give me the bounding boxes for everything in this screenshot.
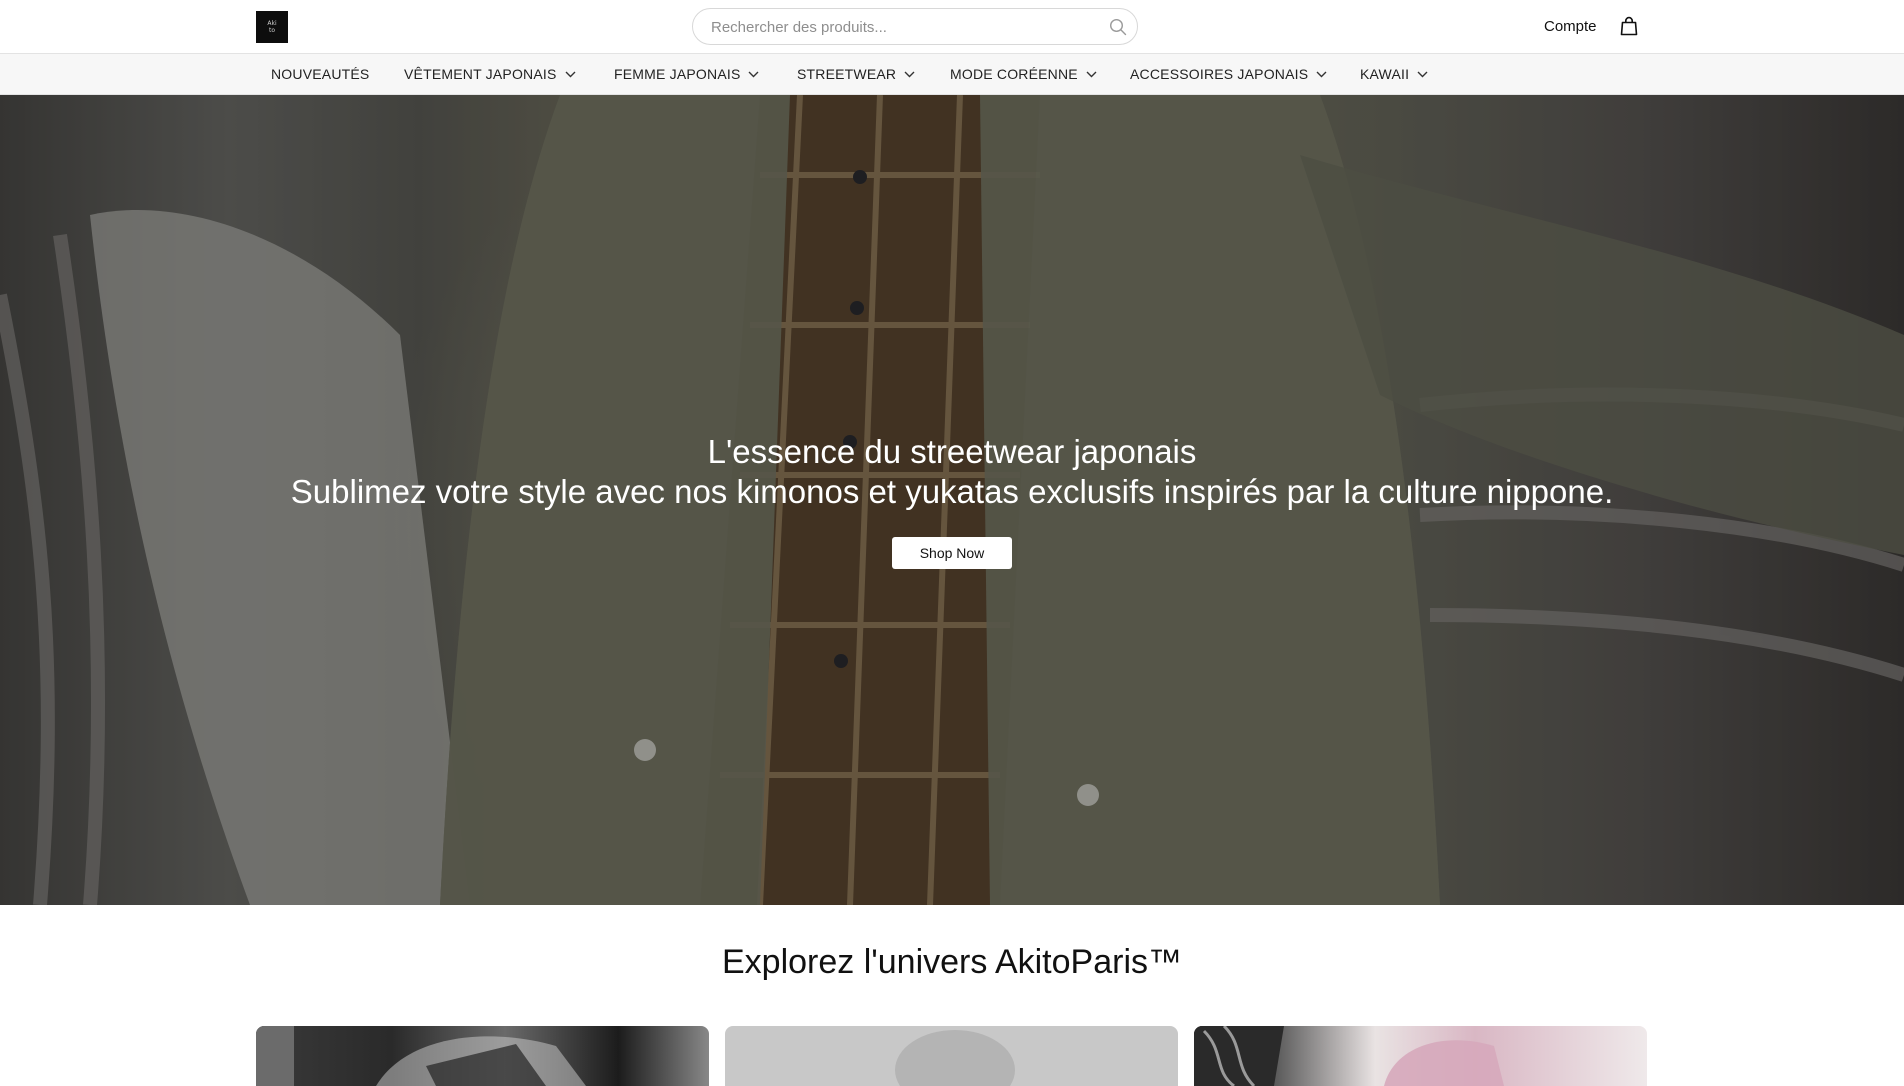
collection-card-image: [1194, 1026, 1504, 1086]
collection-card-image: [256, 1026, 586, 1086]
site-header: Aki to Compte: [0, 0, 1904, 54]
shop-now-button[interactable]: Shop Now: [892, 537, 1012, 569]
collection-card-2[interactable]: [725, 1026, 1178, 1086]
nav-item-accessoires-japonais[interactable]: ACCESSOIRES JAPONAIS: [1130, 54, 1327, 94]
search-input[interactable]: [709, 9, 1093, 46]
collection-card-1[interactable]: [256, 1026, 709, 1086]
explore-section-title: Explorez l'univers AkitoParis™: [722, 943, 1182, 981]
hero-banner: L'essence du streetwear japonais Sublime…: [0, 95, 1904, 905]
main-nav: NOUVEAUTÉS VÊTEMENT JAPONAIS FEMME JAPON…: [0, 54, 1904, 95]
nav-label: ACCESSOIRES JAPONAIS: [1130, 66, 1309, 82]
brand-logo-icon[interactable]: Aki to: [256, 11, 288, 43]
nav-label: NOUVEAUTÉS: [271, 66, 370, 82]
chevron-down-icon: [1417, 71, 1428, 77]
nav-item-vetement-japonais[interactable]: VÊTEMENT JAPONAIS: [404, 54, 576, 94]
search-icon[interactable]: [1109, 18, 1127, 36]
collection-card-3[interactable]: [1194, 1026, 1647, 1086]
logo-line-2: to: [268, 27, 276, 34]
nav-label: MODE CORÉENNE: [950, 66, 1078, 82]
nav-label: STREETWEAR: [797, 66, 897, 82]
chevron-down-icon: [565, 71, 576, 77]
chevron-down-icon: [904, 71, 915, 77]
nav-item-femme-japonais[interactable]: FEMME JAPONAIS: [614, 54, 759, 94]
nav-label: FEMME JAPONAIS: [614, 66, 741, 82]
shopping-bag-icon[interactable]: [1620, 16, 1638, 36]
chevron-down-icon: [1316, 71, 1327, 77]
account-link[interactable]: Compte: [1544, 18, 1597, 35]
logo-line-1: Aki: [267, 20, 277, 27]
search-bar: [692, 8, 1138, 46]
nav-item-nouveautes[interactable]: NOUVEAUTÉS: [271, 54, 369, 94]
nav-item-mode-coreenne[interactable]: MODE CORÉENNE: [950, 54, 1097, 94]
nav-item-kawaii[interactable]: KAWAII: [1360, 54, 1428, 94]
nav-item-streetwear[interactable]: STREETWEAR: [797, 54, 915, 94]
nav-label: KAWAII: [1360, 66, 1410, 82]
chevron-down-icon: [748, 71, 759, 77]
nav-label: VÊTEMENT JAPONAIS: [404, 66, 557, 82]
hero-subtitle: Sublimez votre style avec nos kimonos et…: [290, 473, 1614, 510]
hero-title: L'essence du streetwear japonais: [707, 433, 1197, 470]
chevron-down-icon: [1086, 71, 1097, 77]
